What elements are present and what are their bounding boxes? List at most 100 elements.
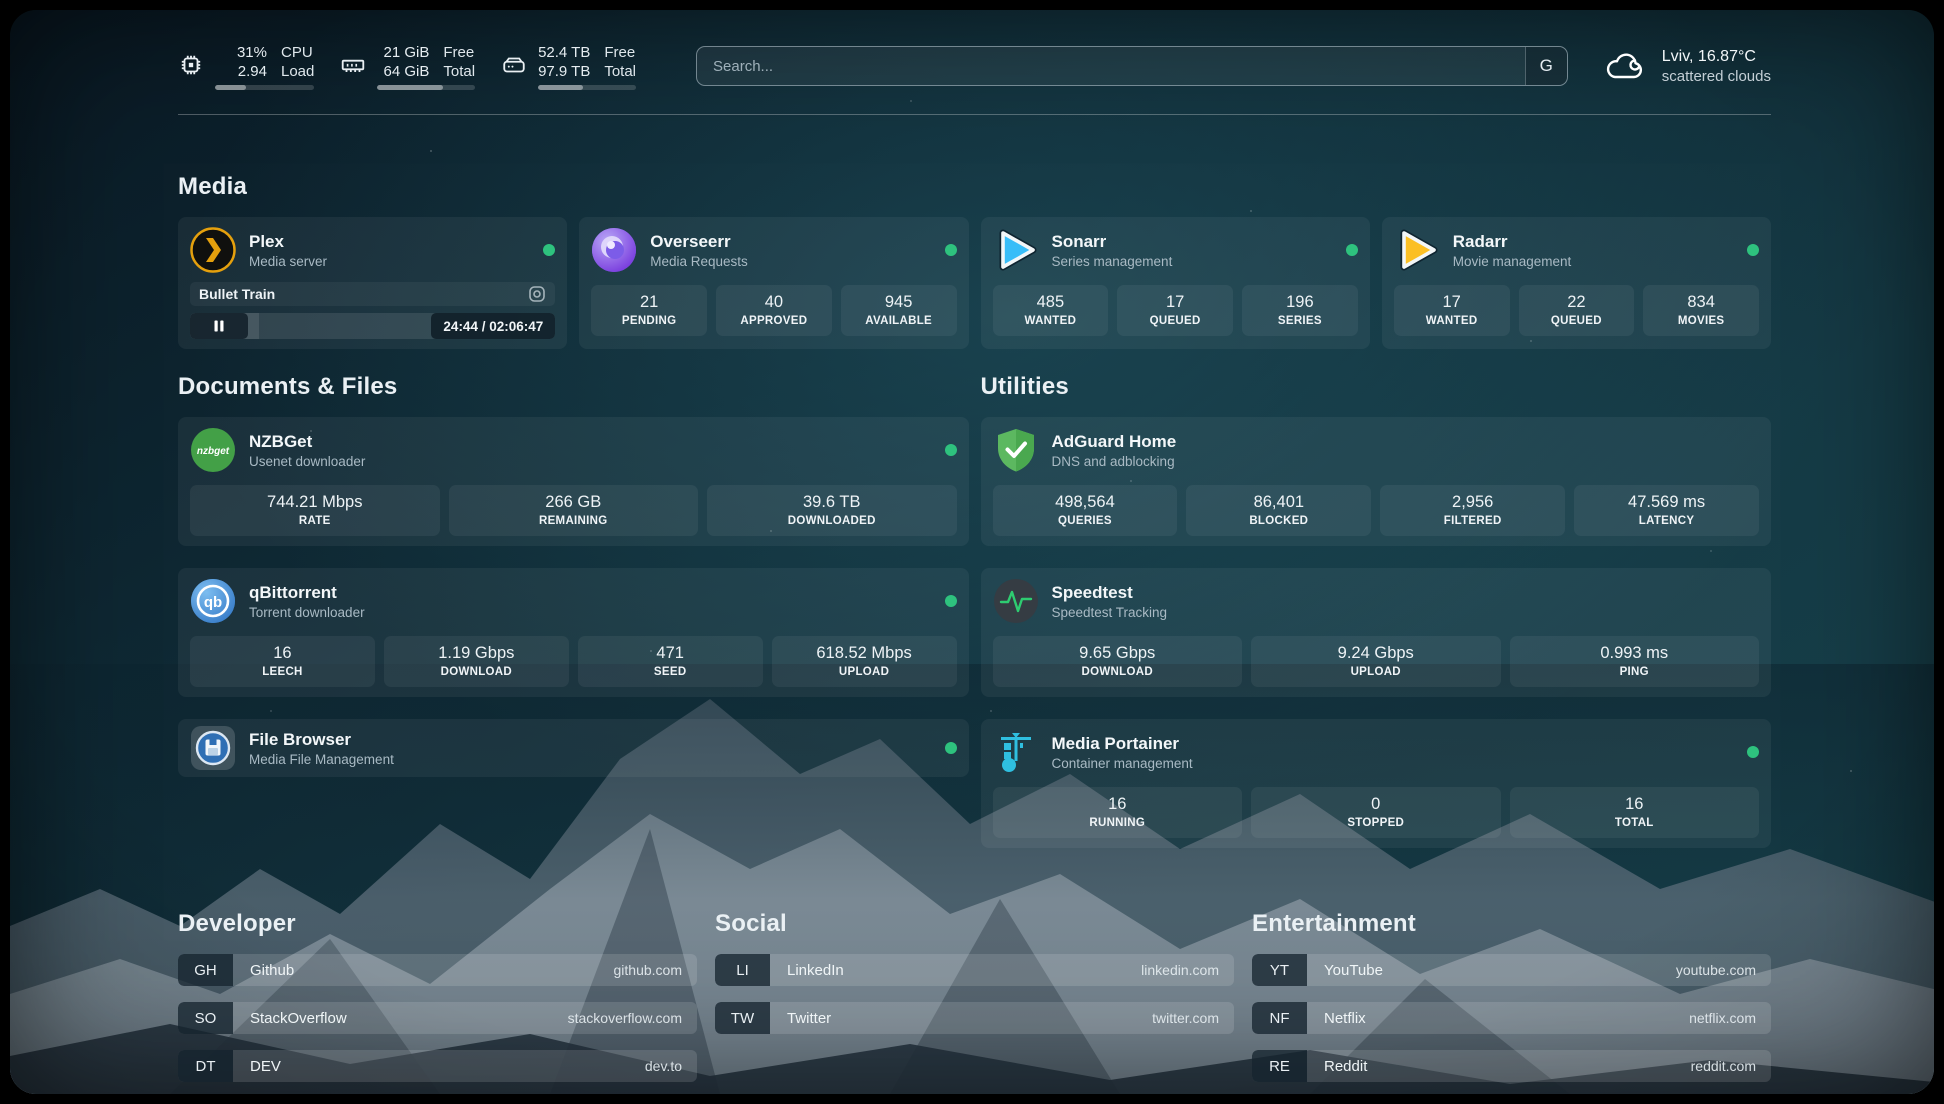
- section-title-documents: Documents & Files: [178, 373, 969, 401]
- memory-total-label: Total: [443, 62, 475, 81]
- disk-total-label: Total: [604, 62, 636, 81]
- cpu-load-value: 2.94: [215, 62, 267, 81]
- svg-text:nzbget: nzbget: [197, 446, 230, 457]
- bookmark-github[interactable]: GH Github github.com: [178, 954, 697, 986]
- service-card-adguard[interactable]: AdGuard Home DNS and adblocking 498,564 …: [981, 417, 1772, 546]
- top-bar: 31% 2.94 CPU Load: [178, 40, 1771, 92]
- status-dot: [945, 244, 957, 256]
- weather-location-temp: Lviv, 16.87°C: [1662, 46, 1771, 67]
- search-provider-button[interactable]: G: [1525, 47, 1567, 85]
- bookmark-youtube[interactable]: YT YouTube youtube.com: [1252, 954, 1771, 986]
- service-card-radarr[interactable]: Radarr Movie management 17 WANTED 22 QUE…: [1382, 217, 1771, 349]
- service-card-qbittorrent[interactable]: qb qBittorrent Torrent downloader 16 LEE…: [178, 568, 969, 697]
- service-card-sonarr[interactable]: Sonarr Series management 485 WANTED 17 Q…: [981, 217, 1370, 349]
- stat-box: 86,401 BLOCKED: [1186, 485, 1371, 536]
- stat-box: 945 AVAILABLE: [841, 285, 957, 336]
- status-dot: [945, 742, 957, 754]
- service-description: DNS and adblocking: [1052, 453, 1177, 470]
- bookmark-netflix[interactable]: NF Netflix netflix.com: [1252, 1002, 1771, 1034]
- bookmark-name: Twitter: [787, 1010, 831, 1027]
- memory-progress-bar: [377, 85, 475, 90]
- bookmark-name: Netflix: [1324, 1010, 1366, 1027]
- status-dot: [1747, 746, 1759, 758]
- bookmark-name: StackOverflow: [250, 1010, 347, 1027]
- bookmark-dev[interactable]: DT DEV dev.to: [178, 1050, 697, 1082]
- bookmark-abbr: YT: [1252, 954, 1307, 986]
- status-dot: [945, 444, 957, 456]
- service-name: Plex: [249, 231, 327, 252]
- disk-progress-bar: [538, 85, 636, 90]
- bookmark-group-title: Developer: [178, 910, 697, 938]
- header-divider: [178, 114, 1771, 115]
- stat-box: 22 QUEUED: [1519, 285, 1635, 336]
- bookmark-abbr: DT: [178, 1050, 233, 1082]
- bookmark-stackoverflow[interactable]: SO StackOverflow stackoverflow.com: [178, 1002, 697, 1034]
- service-description: Usenet downloader: [249, 453, 365, 470]
- bookmark-name: YouTube: [1324, 962, 1383, 979]
- service-description: Speedtest Tracking: [1052, 604, 1168, 621]
- search-input[interactable]: [697, 47, 1525, 85]
- bookmark-domain: github.com: [614, 962, 682, 978]
- adguard-icon: [993, 427, 1039, 473]
- service-card-filebrowser[interactable]: File Browser Media File Management: [178, 719, 969, 777]
- stat-box: 0 STOPPED: [1251, 787, 1501, 838]
- service-description: Media server: [249, 253, 327, 270]
- stat-box: 1.19 Gbps DOWNLOAD: [384, 636, 569, 687]
- cpu-load-label: Load: [281, 62, 314, 81]
- stat-box: 47.569 ms LATENCY: [1574, 485, 1759, 536]
- bookmark-reddit[interactable]: RE Reddit reddit.com: [1252, 1050, 1771, 1082]
- service-description: Torrent downloader: [249, 604, 365, 621]
- bookmark-domain: dev.to: [645, 1058, 682, 1074]
- bookmark-domain: twitter.com: [1152, 1010, 1219, 1026]
- section-title-utilities: Utilities: [981, 373, 1772, 401]
- now-playing-row: Bullet Train: [190, 282, 555, 306]
- stat-box: 40 APPROVED: [716, 285, 832, 336]
- service-card-plex[interactable]: Plex Media server Bullet Train: [178, 217, 567, 349]
- filebrowser-icon: [190, 725, 236, 771]
- section-title-media: Media: [178, 173, 1771, 201]
- section-documents-files: Documents & Files nzbget NZBGet Usenet d: [178, 373, 969, 848]
- stat-box: 9.24 Gbps UPLOAD: [1251, 636, 1501, 687]
- cpu-label: CPU: [281, 43, 314, 62]
- disk-total-value: 97.9 TB: [538, 62, 590, 81]
- radarr-icon: [1394, 227, 1440, 273]
- bookmark-name: Reddit: [1324, 1058, 1367, 1075]
- stat-box: 16 LEECH: [190, 636, 375, 687]
- stat-box: 471 SEED: [578, 636, 763, 687]
- bookmark-domain: youtube.com: [1676, 962, 1756, 978]
- disk-free-label: Free: [604, 43, 636, 62]
- plex-icon: [190, 227, 236, 273]
- service-name: Radarr: [1453, 231, 1572, 252]
- bookmark-group-title: Social: [715, 910, 1234, 938]
- bookmark-abbr: LI: [715, 954, 770, 986]
- status-dot: [1346, 244, 1358, 256]
- memory-free-value: 21 GiB: [377, 43, 429, 62]
- bookmark-twitter[interactable]: TW Twitter twitter.com: [715, 1002, 1234, 1034]
- service-description: Container management: [1052, 755, 1193, 772]
- stat-box: 0.993 ms PING: [1510, 636, 1760, 687]
- stat-box: 618.52 Mbps UPLOAD: [772, 636, 957, 687]
- memory-total-value: 64 GiB: [377, 62, 429, 81]
- service-card-nzbget[interactable]: nzbget NZBGet Usenet downloader 744.21 M…: [178, 417, 969, 546]
- bookmark-abbr: NF: [1252, 1002, 1307, 1034]
- weather-widget[interactable]: Lviv, 16.87°C scattered clouds: [1604, 46, 1771, 86]
- session-expand-icon[interactable]: [528, 285, 546, 303]
- service-card-overseerr[interactable]: Overseerr Media Requests 21 PENDING 40 A…: [579, 217, 968, 349]
- cpu-usage-value: 31%: [215, 43, 267, 62]
- service-name: File Browser: [249, 729, 394, 750]
- bookmark-name: DEV: [250, 1058, 281, 1075]
- snow-specks: [10, 10, 12, 12]
- stat-box: 498,564 QUERIES: [993, 485, 1178, 536]
- portainer-icon: [993, 729, 1039, 775]
- service-card-portainer[interactable]: Media Portainer Container management 16 …: [981, 719, 1772, 848]
- bookmark-linkedin[interactable]: LI LinkedIn linkedin.com: [715, 954, 1234, 986]
- cpu-icon: [178, 52, 204, 78]
- service-card-speedtest[interactable]: Speedtest Speedtest Tracking 9.65 Gbps D…: [981, 568, 1772, 697]
- disk-icon: [501, 52, 527, 78]
- pause-button[interactable]: [190, 313, 248, 339]
- bookmark-name: Github: [250, 962, 294, 979]
- stat-box: 16 TOTAL: [1510, 787, 1760, 838]
- service-description: Series management: [1052, 253, 1173, 270]
- status-dot: [945, 595, 957, 607]
- section-media: Media Plex Media server: [178, 173, 1771, 349]
